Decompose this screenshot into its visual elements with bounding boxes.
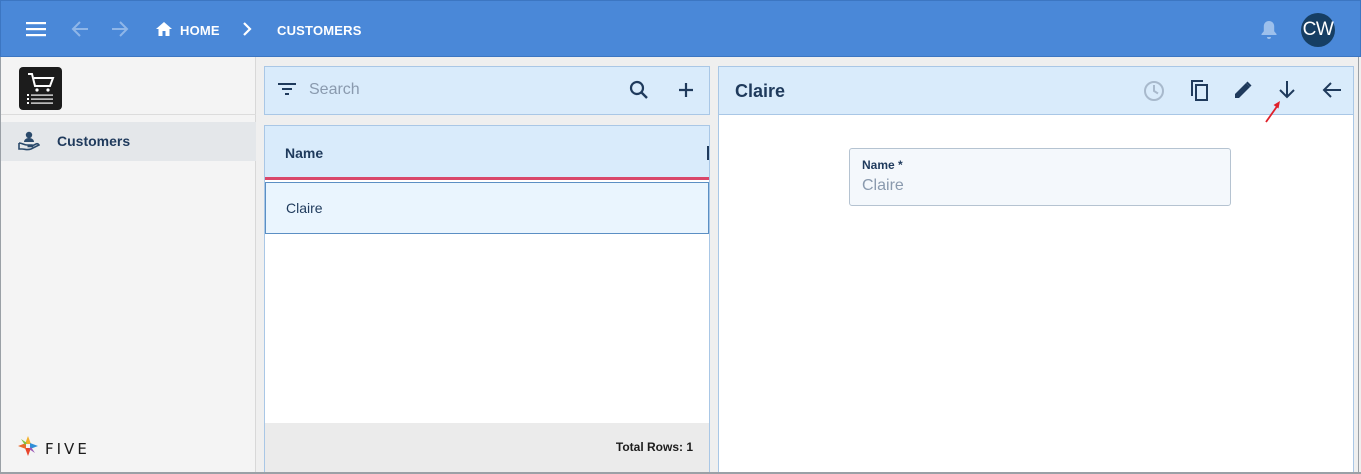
customer-icon xyxy=(18,131,41,156)
sidebar-item-customers[interactable]: Customers xyxy=(1,122,256,161)
copy-icon[interactable] xyxy=(1188,79,1210,108)
filter-icon[interactable] xyxy=(278,82,296,101)
search-input[interactable] xyxy=(309,79,609,101)
name-field-value: Claire xyxy=(862,177,904,194)
shopping-cart-icon xyxy=(23,71,58,111)
top-bar: HOME CUSTOMERS CW xyxy=(0,0,1361,57)
table-row[interactable]: Claire xyxy=(265,182,709,234)
bell-icon[interactable] xyxy=(1258,19,1280,41)
search-bar xyxy=(264,66,710,115)
name-field-label: Name * xyxy=(862,158,903,172)
history-icon[interactable] xyxy=(1143,80,1165,107)
detail-form: Claire Name * Claire xyxy=(718,66,1354,474)
menu-icon[interactable] xyxy=(23,17,49,41)
sidebar: Customers FIVE xyxy=(0,57,256,474)
forward-arrow-icon[interactable] xyxy=(109,18,131,40)
avatar[interactable]: CW xyxy=(1301,13,1335,47)
add-icon[interactable] xyxy=(677,81,695,104)
total-rows: Total Rows: 1 xyxy=(615,440,693,454)
brand-text: FIVE xyxy=(45,439,90,458)
home-icon[interactable] xyxy=(155,20,173,38)
list-footer: Total Rows: 1 xyxy=(265,423,709,474)
annotation-arrow-icon xyxy=(1263,99,1283,130)
row-cell-name: Claire xyxy=(286,200,323,216)
breadcrumb-current: CUSTOMERS xyxy=(277,23,362,38)
sidebar-item-label: Customers xyxy=(57,133,131,149)
name-field[interactable]: Name * Claire xyxy=(849,148,1231,206)
column-header-name[interactable]: Name xyxy=(285,145,323,161)
five-logo-icon xyxy=(17,435,39,462)
app-logo xyxy=(19,67,62,110)
search-icon[interactable] xyxy=(629,80,649,105)
edit-icon[interactable] xyxy=(1233,80,1253,105)
column-resize-handle[interactable] xyxy=(707,146,709,160)
back-arrow-icon[interactable] xyxy=(1322,81,1342,104)
chevron-right-icon xyxy=(239,21,255,37)
list-header: Name xyxy=(265,126,709,180)
sidebar-divider xyxy=(1,114,256,115)
detail-title: Claire xyxy=(735,81,786,101)
back-arrow-icon[interactable] xyxy=(69,18,91,40)
breadcrumb-home[interactable]: HOME xyxy=(180,23,220,38)
detail-header: Claire xyxy=(719,67,1353,115)
customer-list: Name Claire Total Rows: 1 xyxy=(264,125,710,474)
five-logo: FIVE xyxy=(17,435,90,462)
